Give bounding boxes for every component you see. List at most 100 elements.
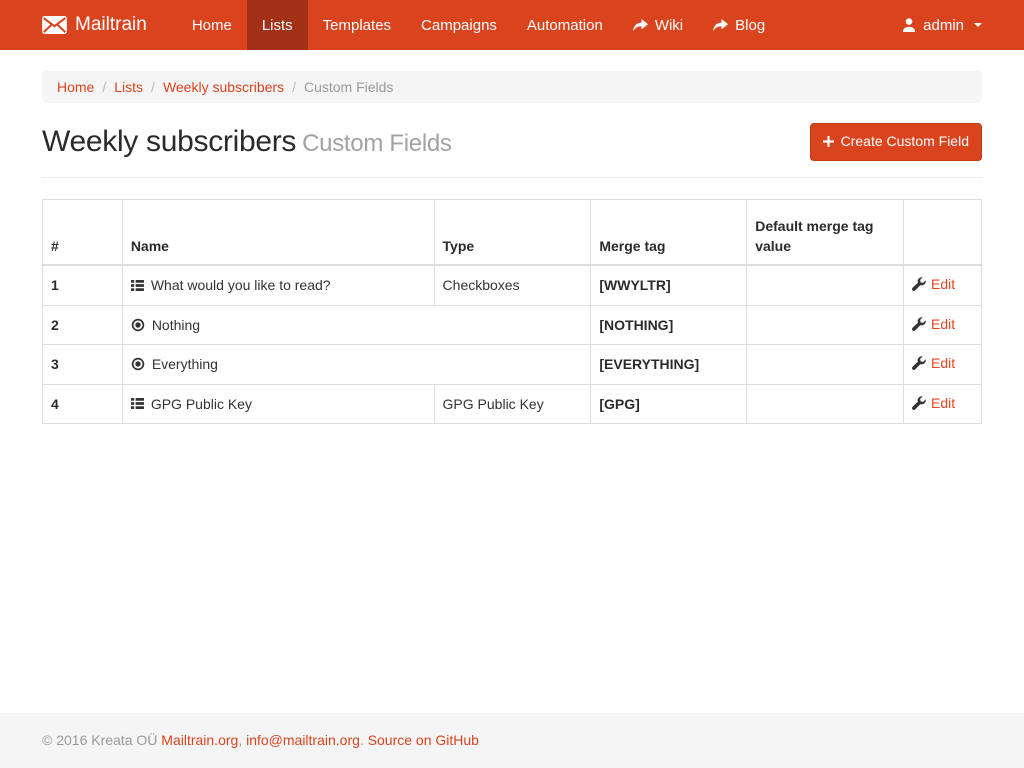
column-header: Name <box>122 199 434 265</box>
field-name-cell: Nothing <box>122 305 591 344</box>
main-nav: Home Lists Templates Campaigns Automation Wik… <box>177 0 780 50</box>
nav-link-templates[interactable]: Templates <box>308 0 406 50</box>
breadcrumb-link-home[interactable]: Home <box>57 79 94 95</box>
footer: © 2016 Kreata OÜ Mailtrain.org, info@mai… <box>0 713 1024 768</box>
list-icon <box>131 397 144 410</box>
brand-label: Mailtrain <box>75 14 147 36</box>
nav-link-blog[interactable]: Blog <box>698 0 780 50</box>
column-header <box>904 199 982 265</box>
nav-label: Home <box>192 17 232 34</box>
nav-link-wiki[interactable]: Wiki <box>618 0 698 50</box>
edit-label: Edit <box>931 274 955 294</box>
table-row: 3Everything[EVERYTHING]Edit <box>43 345 982 384</box>
column-header: Type <box>434 199 591 265</box>
record-icon <box>131 357 145 371</box>
nav-item-blog: Blog <box>698 0 780 50</box>
nav-label: Wiki <box>655 17 683 34</box>
default-value-cell <box>747 305 904 344</box>
nav-link-automation[interactable]: Automation <box>512 0 618 50</box>
merge-tag-cell: [WWYLTR] <box>591 265 747 305</box>
share-icon <box>633 19 648 32</box>
nav-item-templates: Templates <box>308 0 406 50</box>
footer-link-info-mailtrain-org[interactable]: info@mailtrain.org <box>246 732 360 748</box>
nav-link-campaigns[interactable]: Campaigns <box>406 0 512 50</box>
footer-text-segment: , <box>238 732 246 748</box>
actions-cell: Edit <box>904 265 982 305</box>
field-name: GPG Public Key <box>151 394 252 414</box>
table-row: 4GPG Public KeyGPG Public Key[GPG]Edit <box>43 384 982 423</box>
merge-tag-cell: [EVERYTHING] <box>591 345 747 384</box>
nav-label: Lists <box>262 17 293 34</box>
table-row: 1 What would you like to read? Checkboxes[… <box>43 265 982 305</box>
nav-item-lists: Lists <box>247 0 308 50</box>
breadcrumb: Home Lists Weekly subscribersCustom Fields <box>42 71 982 103</box>
default-value-cell <box>747 384 904 423</box>
breadcrumb-item: Lists <box>94 79 143 95</box>
row-number: 4 <box>43 384 123 423</box>
create-custom-field-button[interactable]: Create Custom Field <box>810 123 982 161</box>
user-label: admin <box>923 17 964 34</box>
footer-link-mailtrain-org[interactable]: Mailtrain.org <box>161 732 238 748</box>
default-value-cell <box>747 345 904 384</box>
page-subtitle: Custom Fields <box>302 130 451 157</box>
chevron-down-icon <box>974 23 982 27</box>
edit-link[interactable]: Edit <box>912 393 955 413</box>
nav-label: Automation <box>527 17 603 34</box>
top-navbar: Mailtrain Home Lists Templates Campaigns Aut… <box>0 0 1024 50</box>
record-icon <box>131 318 145 332</box>
list-icon <box>131 279 144 292</box>
edit-label: Edit <box>931 314 955 334</box>
edit-link[interactable]: Edit <box>912 353 955 373</box>
column-header: Merge tag <box>591 199 747 265</box>
breadcrumb-item: Weekly subscribers <box>143 79 284 95</box>
nav-link-home[interactable]: Home <box>177 0 247 50</box>
nav-item-wiki: Wiki <box>618 0 698 50</box>
field-type-cell: Checkboxes <box>434 265 591 305</box>
field-name-cell: GPG Public Key <box>122 384 434 423</box>
brand-link[interactable]: Mailtrain <box>42 0 161 50</box>
main-content: HomeListsWeekly subscribersCustom Fields… <box>27 50 997 424</box>
nav-item-campaigns: Campaigns <box>406 0 512 50</box>
nav-link-lists[interactable]: Lists <box>247 0 308 50</box>
wrench-icon <box>912 396 926 410</box>
footer-text: © 2016 Kreata OÜ Mailtrain.org, info@mai… <box>27 732 997 748</box>
merge-tag-cell: [GPG] <box>591 384 747 423</box>
breadcrumb-current: Custom Fields <box>284 79 393 95</box>
user-icon <box>902 18 916 32</box>
actions-cell: Edit <box>904 345 982 384</box>
breadcrumb-item: Home <box>57 79 94 95</box>
table-header: #NameTypeMerge tagDefault merge tag valu… <box>43 199 982 265</box>
column-header: Default merge tag value <box>747 199 904 265</box>
plus-icon <box>823 136 834 147</box>
edit-label: Edit <box>931 353 955 373</box>
nav-label: Blog <box>735 17 765 34</box>
footer-text-segment: . <box>360 732 368 748</box>
breadcrumb-link-lists[interactable]: Lists <box>114 79 143 95</box>
nav-item-automation: Automation <box>512 0 618 50</box>
field-type-cell: GPG Public Key <box>434 384 591 423</box>
row-number: 1 <box>43 265 123 305</box>
actions-cell: Edit <box>904 305 982 344</box>
field-name-cell: What would you like to read? <box>122 265 434 305</box>
edit-label: Edit <box>931 393 955 413</box>
wrench-icon <box>912 317 926 331</box>
nav-label: Campaigns <box>421 17 497 34</box>
custom-fields-table: #NameTypeMerge tagDefault merge tag valu… <box>42 199 982 424</box>
user-menu[interactable]: admin <box>902 0 982 50</box>
default-value-cell <box>747 265 904 305</box>
wrench-icon <box>912 277 926 291</box>
nav-item-home: Home <box>177 0 247 50</box>
share-icon <box>713 19 728 32</box>
edit-link[interactable]: Edit <box>912 274 955 294</box>
page-header: Weekly subscribersCustom Fields Create C… <box>42 123 982 178</box>
field-name: What would you like to read? <box>151 275 331 295</box>
merge-tag-cell: [NOTHING] <box>591 305 747 344</box>
wrench-icon <box>912 356 926 370</box>
field-name-cell: Everything <box>122 345 591 384</box>
footer-link-source-on-github[interactable]: Source on GitHub <box>368 732 479 748</box>
envelope-icon <box>42 16 67 34</box>
page-title: Weekly subscribersCustom Fields <box>42 125 452 159</box>
row-number: 2 <box>43 305 123 344</box>
breadcrumb-link-weekly-subscribers[interactable]: Weekly subscribers <box>163 79 284 95</box>
edit-link[interactable]: Edit <box>912 314 955 334</box>
